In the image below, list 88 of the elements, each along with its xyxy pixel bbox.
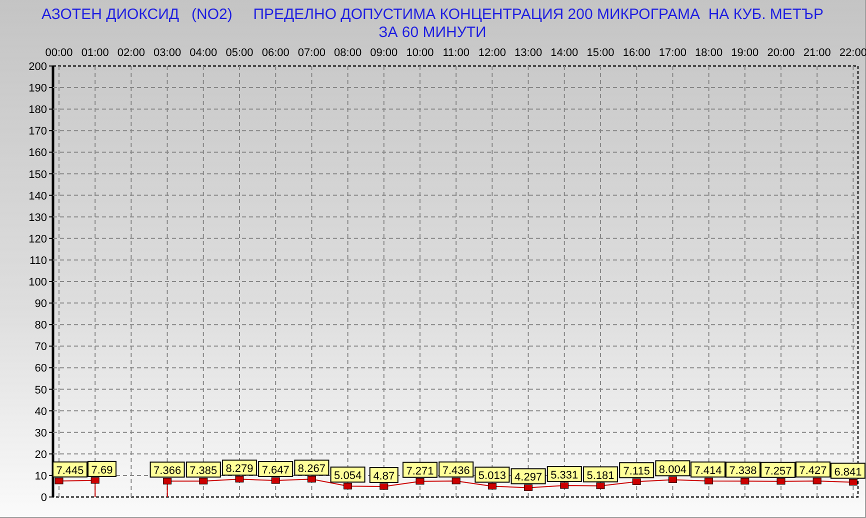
data-marker — [163, 478, 172, 484]
x-tick-label: 13:00 — [514, 47, 542, 59]
y-tick-label: 170 — [28, 126, 47, 138]
x-tick-label: 02:00 — [117, 47, 145, 59]
y-tick-label: 190 — [28, 82, 47, 95]
x-tick-label: 15:00 — [586, 47, 614, 59]
y-tick-label: 100 — [28, 276, 47, 288]
data-marker — [848, 479, 858, 486]
value-label: 4.87 — [369, 467, 398, 483]
y-tick-label: 40 — [34, 406, 47, 418]
x-tick-label: 03:00 — [154, 47, 182, 59]
y-tick-label: 130 — [28, 212, 47, 224]
y-tick-label: 140 — [28, 190, 47, 202]
value-label: 5.331 — [546, 466, 582, 482]
value-label: 8.267 — [294, 460, 330, 476]
data-marker — [235, 476, 244, 482]
x-tick-label: 19:00 — [731, 47, 759, 59]
value-label: 7.271 — [402, 462, 438, 478]
x-tick-label: 09:00 — [370, 47, 398, 59]
x-tick-label: 08:00 — [334, 47, 362, 59]
x-tick-label: 06:00 — [262, 47, 290, 59]
y-tick-label: 30 — [34, 427, 47, 440]
x-tick-label: 01:00 — [81, 47, 109, 59]
y-tick-label: 10 — [34, 470, 47, 482]
data-marker — [524, 484, 533, 491]
x-tick-label: 20:00 — [767, 47, 795, 59]
data-marker — [90, 477, 100, 484]
y-tick-label: 200 — [28, 61, 47, 73]
data-marker — [199, 478, 208, 484]
data-marker — [740, 478, 750, 484]
value-label: 7.385 — [186, 462, 221, 478]
data-marker — [488, 482, 496, 490]
data-marker — [812, 478, 822, 484]
y-tick-label: 80 — [34, 320, 47, 332]
y-tick-label: 70 — [34, 341, 47, 354]
data-marker — [632, 478, 641, 485]
value-label: 7.414 — [690, 462, 726, 478]
chart-subtitle: ЗА 60 МИНУТИ — [378, 24, 486, 42]
value-label: 7.445 — [52, 461, 88, 478]
value-label: 5.054 — [330, 466, 366, 483]
y-tick-label: 180 — [28, 104, 47, 116]
value-label: 7.436 — [438, 461, 474, 478]
data-marker — [596, 482, 605, 490]
data-marker — [271, 477, 280, 484]
value-label: 5.181 — [583, 466, 618, 482]
x-tick-label: 12:00 — [478, 47, 506, 59]
x-tick-label: 10:00 — [406, 47, 434, 59]
y-tick-label: 50 — [34, 384, 47, 396]
y-tick-label: 60 — [34, 362, 47, 375]
y-tick-label: 160 — [28, 147, 47, 160]
y-tick-label: 0 — [40, 492, 47, 504]
data-marker — [344, 482, 352, 490]
data-marker — [704, 478, 714, 484]
value-label: 7.115 — [619, 462, 654, 478]
data-marker — [776, 478, 786, 485]
y-tick-label: 110 — [29, 254, 47, 267]
value-label: 7.69 — [88, 460, 116, 477]
y-tick-label: 120 — [28, 233, 47, 246]
y-tick-label: 90 — [34, 298, 47, 310]
x-tick-label: 14:00 — [550, 47, 578, 59]
x-tick-label: 11:00 — [442, 47, 470, 59]
data-marker — [668, 476, 677, 483]
x-tick-label: 18:00 — [695, 47, 723, 59]
x-tick-label: 00:00 — [45, 47, 73, 59]
x-tick-label: 21:00 — [803, 47, 831, 59]
x-tick-label: 16:00 — [622, 47, 650, 59]
value-label: 8.004 — [655, 460, 690, 476]
data-marker — [452, 478, 460, 484]
value-label: 8.279 — [222, 460, 257, 476]
x-tick-label: 05:00 — [226, 47, 254, 59]
value-label: 7.338 — [726, 462, 760, 478]
data-marker — [307, 476, 316, 482]
y-tick-label: 150 — [28, 168, 47, 181]
x-tick-label: 04:00 — [190, 47, 218, 59]
value-label: 6.841 — [830, 462, 866, 479]
value-label: 4.297 — [510, 468, 546, 484]
value-label: 7.366 — [150, 462, 185, 478]
data-marker — [560, 482, 569, 489]
value-label: 7.257 — [760, 462, 796, 478]
data-marker — [416, 478, 424, 485]
value-label: 5.013 — [474, 466, 510, 483]
value-label: 7.647 — [258, 461, 294, 478]
y-tick-label: 20 — [34, 448, 47, 461]
chart-title: АЗОТЕН ДИОКСИД (NO2) ПРЕДЕЛНО ДОПУСТИМА КОНЦЕНТРАЦИЯ 200 МИКРОГРАМА НА КУБ. МЕТЪР — [42, 6, 824, 24]
x-tick-label: 07:00 — [298, 47, 326, 59]
data-marker — [380, 483, 388, 490]
value-label: 7.427 — [796, 462, 830, 478]
x-tick-label: 17:00 — [658, 47, 686, 59]
